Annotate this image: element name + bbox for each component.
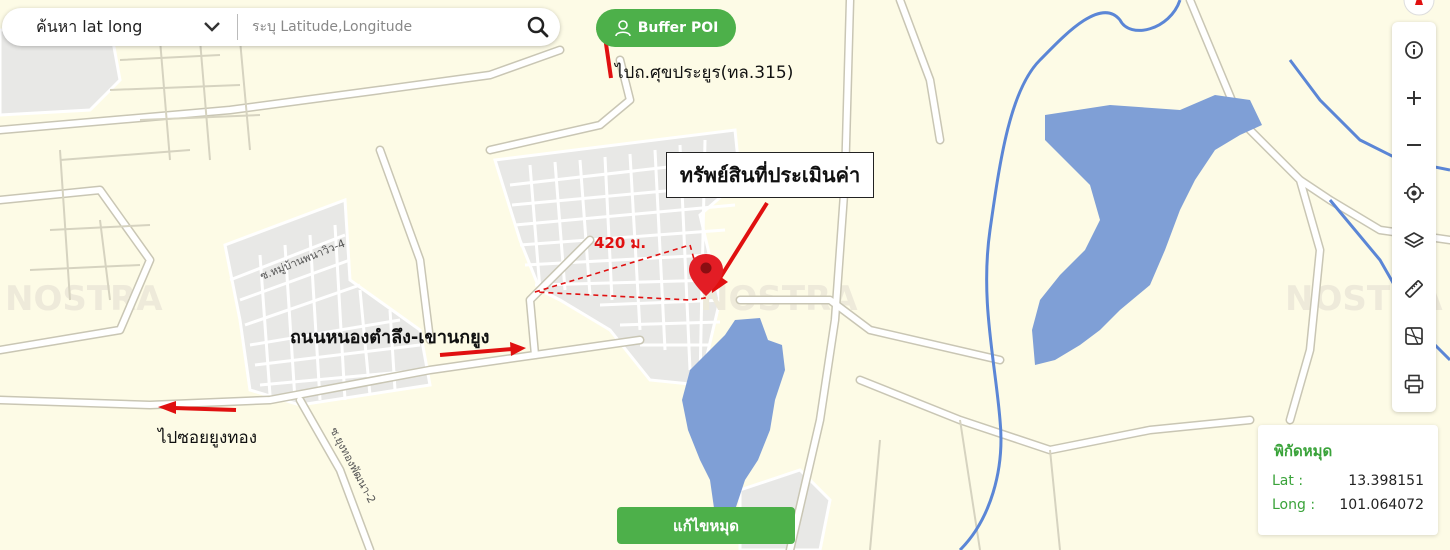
longitude-row: Long : 101.064072	[1272, 497, 1424, 513]
buffer-poi-button[interactable]: Buffer POI	[596, 9, 736, 47]
edit-pin-label: แก้ไขหมุด	[672, 516, 740, 535]
longitude-value: 101.064072	[1339, 497, 1424, 513]
search-bar: ค้นหา lat long	[2, 8, 560, 46]
layers-icon	[1404, 232, 1424, 248]
map-toolbar	[1392, 22, 1436, 412]
search-button[interactable]	[516, 8, 560, 46]
locate-icon	[1404, 183, 1424, 204]
info-button[interactable]	[1396, 32, 1432, 68]
print-icon	[1404, 374, 1424, 394]
search-mode-label: ค้นหา lat long	[36, 16, 143, 36]
annotation-main-road: ถนนหนองตำลึง-เขานกยูง	[290, 327, 490, 348]
layers-button[interactable]	[1396, 223, 1432, 259]
map-card-button[interactable]	[1396, 318, 1432, 354]
measure-button[interactable]	[1396, 271, 1432, 307]
buffer-poi-label: Buffer POI	[637, 20, 719, 36]
latlong-input[interactable]	[238, 19, 516, 35]
coordinate-panel: พิกัดหมุด Lat : 13.398151 Long : 101.064…	[1258, 425, 1438, 535]
edit-pin-button[interactable]: แก้ไขหมุด	[617, 507, 795, 544]
coordinate-title: พิกัดหมุด	[1274, 442, 1333, 460]
zoom-out-icon	[1407, 144, 1421, 147]
latitude-row: Lat : 13.398151	[1272, 473, 1424, 489]
zoom-in-button[interactable]	[1396, 80, 1432, 116]
distance-label: 420 ม.	[594, 234, 647, 252]
print-button[interactable]	[1396, 366, 1432, 402]
info-icon	[1405, 40, 1423, 59]
longitude-label: Long :	[1272, 497, 1316, 513]
annotation-property: ทรัพย์สินที่ประเมินค่า	[666, 152, 874, 198]
annotation-road-315: ไปถ.ศุขประยูร(ทล.315)	[615, 63, 794, 83]
search-icon	[527, 16, 549, 38]
annotation-soi-yungthong: ไปซอยยูงทอง	[158, 428, 258, 448]
search-mode-dropdown[interactable]: ค้นหา lat long	[2, 8, 237, 46]
latitude-label: Lat :	[1272, 473, 1304, 489]
locate-button[interactable]	[1396, 175, 1432, 211]
map-card-icon	[1405, 327, 1423, 346]
user-icon	[614, 20, 631, 37]
ruler-icon	[1405, 279, 1423, 298]
zoom-in-icon	[1407, 90, 1421, 105]
zoom-out-button[interactable]	[1396, 127, 1432, 163]
latitude-value: 13.398151	[1348, 473, 1424, 489]
chevron-down-icon	[204, 22, 220, 32]
arrow-yungthong	[173, 406, 237, 412]
